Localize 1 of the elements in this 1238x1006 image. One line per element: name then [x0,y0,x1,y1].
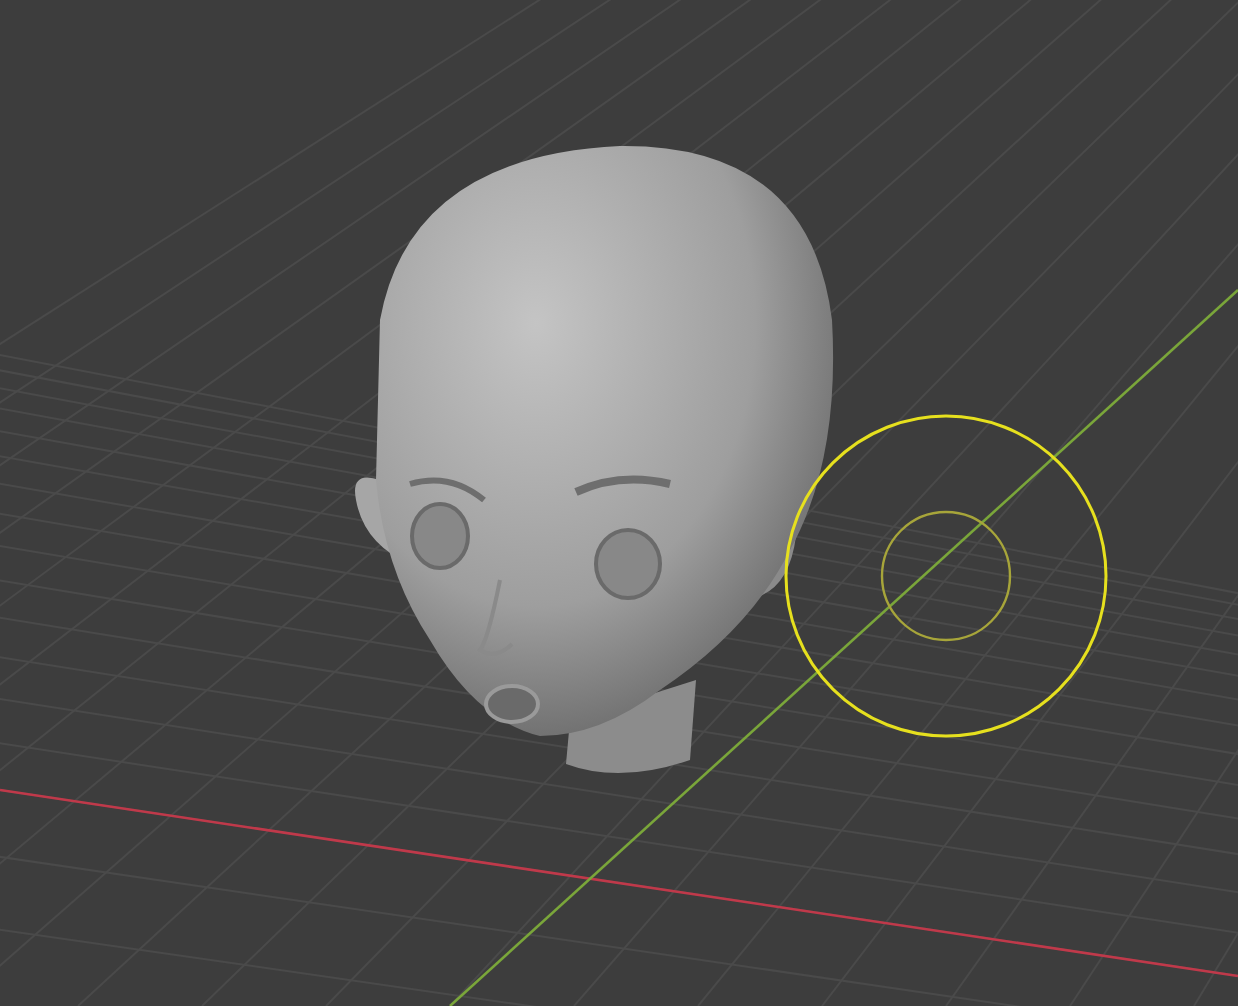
3d-viewport[interactable] [0,0,1238,1006]
